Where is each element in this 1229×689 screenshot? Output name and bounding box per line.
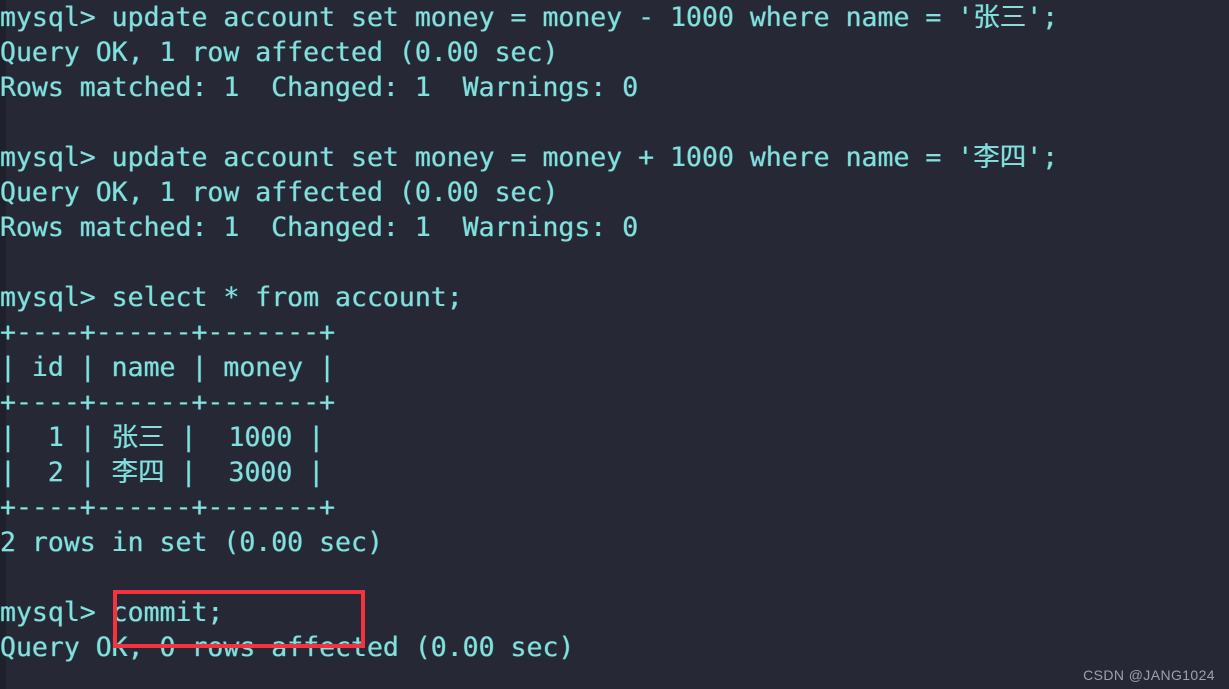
terminal-line-rows-in-set: 2 rows in set (0.00 sec) (0, 527, 383, 558)
terminal-line-blank-1 (0, 105, 1229, 140)
terminal-line-rows-matched-1: Rows matched: 1 Changed: 1 Warnings: 0 (0, 72, 639, 103)
terminal-line-commit: mysql> commit; (0, 597, 224, 628)
terminal-output[interactable]: mysql> update account set money = money … (0, 0, 1229, 665)
terminal-line-update-zhangsan: mysql> update account set money = money … (0, 2, 1059, 33)
terminal-line-blank-3 (0, 560, 1229, 595)
terminal-line-blank-2 (0, 245, 1229, 280)
table-row: | 2 | 李四 | 3000 | (0, 457, 325, 488)
table-row: | 1 | 张三 | 1000 | (0, 422, 325, 453)
terminal-screen: mysql> update account set money = money … (0, 0, 1229, 689)
table-separator-bottom: +----+------+-------+ (0, 492, 336, 523)
terminal-line-query-ok-1: Query OK, 1 row affected (0.00 sec) (0, 37, 559, 68)
terminal-line-update-lisi: mysql> update account set money = money … (0, 142, 1059, 173)
table-separator-middle: +----+------+-------+ (0, 387, 336, 418)
terminal-line-query-ok-commit: Query OK, 0 rows affected (0.00 sec) (0, 632, 575, 663)
terminal-line-rows-matched-2: Rows matched: 1 Changed: 1 Warnings: 0 (0, 212, 639, 243)
watermark: CSDN @JANG1024 (1083, 667, 1215, 683)
table-header-row: | id | name | money | (0, 352, 336, 383)
terminal-line-query-ok-2: Query OK, 1 row affected (0.00 sec) (0, 177, 559, 208)
terminal-line-select-account: mysql> select * from account; (0, 282, 463, 313)
table-separator-top: +----+------+-------+ (0, 317, 336, 348)
